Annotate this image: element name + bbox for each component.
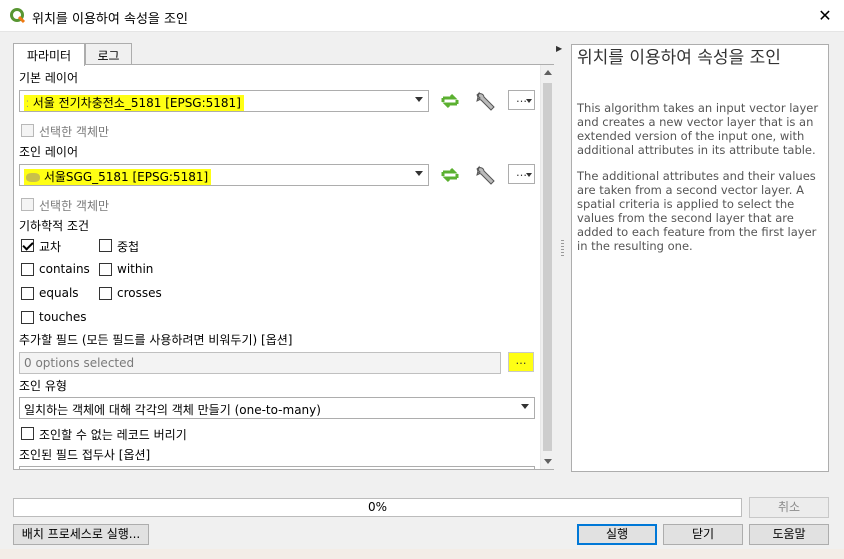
splitter-handle[interactable] bbox=[561, 240, 564, 256]
collapse-arrow-icon[interactable]: ▶ bbox=[556, 44, 562, 53]
fields-placeholder: 0 options selected bbox=[24, 356, 135, 370]
predicate-intersects-label: 교차 bbox=[39, 240, 62, 254]
progress-text: 0% bbox=[367, 500, 388, 514]
join-layer-combo[interactable]: 서울SGG_5181 [EPSG:5181] bbox=[19, 164, 429, 186]
parameters-panel: 기본 레이어 ⁚ 서울 전기차충전소_5181 [EPSG:5181] … 선택… bbox=[13, 64, 554, 470]
wrench-icon[interactable] bbox=[473, 89, 497, 113]
predicate-touches-checkbox[interactable] bbox=[21, 311, 34, 324]
predicate-overlaps-checkbox[interactable] bbox=[99, 239, 112, 252]
predicate-crosses-label: crosses bbox=[117, 286, 162, 300]
join-type-label: 조인 유형 bbox=[19, 379, 67, 393]
chevron-down-icon bbox=[521, 404, 529, 409]
base-layer-options-button[interactable]: … bbox=[508, 90, 535, 110]
join-type-combo[interactable]: 일치하는 객체에 대해 각각의 객체 만들기 (one-to-many) bbox=[19, 397, 535, 419]
join-selected-only-label: 선택한 객체만 bbox=[39, 199, 110, 213]
base-selected-only-label: 선택한 객체만 bbox=[39, 125, 110, 139]
prefix-input[interactable] bbox=[19, 466, 535, 469]
run-button[interactable]: 실행 bbox=[577, 524, 657, 545]
parameters-scroll-area: 기본 레이어 ⁚ 서울 전기차충전소_5181 [EPSG:5181] … 선택… bbox=[14, 65, 539, 469]
predicate-equals-label: equals bbox=[39, 286, 79, 300]
base-layer-value: 서울 전기차충전소_5181 [EPSG:5181] bbox=[32, 96, 241, 110]
join-layer-label: 조인 레이어 bbox=[19, 145, 79, 159]
help-paragraph-2: The additional attributes and their valu… bbox=[577, 169, 817, 253]
predicate-crosses-checkbox[interactable] bbox=[99, 287, 112, 300]
predicate-contains-checkbox[interactable] bbox=[21, 263, 34, 276]
discard-records-checkbox[interactable] bbox=[21, 427, 34, 440]
predicate-within-checkbox[interactable] bbox=[99, 263, 112, 276]
help-title: 위치를 이용하여 속성을 조인 bbox=[577, 48, 781, 68]
chevron-down-icon bbox=[415, 171, 423, 176]
discard-records-label: 조인할 수 없는 레코드 버리기 bbox=[39, 428, 187, 442]
background-strip bbox=[0, 549, 844, 559]
polygon-layer-icon bbox=[26, 173, 40, 182]
select-fields-button[interactable]: … bbox=[508, 352, 534, 372]
wrench-icon[interactable] bbox=[473, 163, 497, 187]
help-button[interactable]: 도움말 bbox=[749, 524, 829, 545]
tab-parameters[interactable]: 파라미터 bbox=[13, 43, 85, 66]
join-layer-options-button[interactable]: … bbox=[508, 164, 535, 184]
qgis-logo-icon bbox=[10, 8, 26, 24]
base-layer-label: 기본 레이어 bbox=[19, 71, 79, 85]
chevron-down-icon bbox=[415, 97, 423, 102]
predicate-intersects-checkbox[interactable] bbox=[21, 239, 34, 252]
scroll-down-icon[interactable] bbox=[544, 459, 552, 464]
refresh-icon[interactable] bbox=[438, 163, 462, 187]
scrollbar-thumb[interactable] bbox=[543, 83, 552, 451]
help-paragraph-1: This algorithm takes an input vector lay… bbox=[577, 101, 819, 157]
tab-log[interactable]: 로그 bbox=[85, 43, 132, 65]
close-window-button[interactable]: ✕ bbox=[814, 6, 836, 26]
fields-to-add-label: 추가할 필드 (모든 필드를 사용하려면 비워두기) [옵션] bbox=[19, 333, 293, 347]
base-layer-combo[interactable]: ⁚ 서울 전기차충전소_5181 [EPSG:5181] bbox=[19, 90, 429, 112]
predicate-equals-checkbox[interactable] bbox=[21, 287, 34, 300]
window-title: 위치를 이용하여 속성을 조인 bbox=[32, 12, 188, 27]
title-bar: 위치를 이용하여 속성을 조인 ✕ bbox=[0, 0, 844, 32]
predicate-overlaps-label: 중첩 bbox=[117, 240, 140, 254]
join-selected-only-checkbox[interactable] bbox=[21, 198, 34, 211]
predicate-within-label: within bbox=[117, 262, 154, 276]
help-panel: 위치를 이용하여 속성을 조인 This algorithm takes an … bbox=[571, 44, 829, 472]
join-layer-value: 서울SGG_5181 [EPSG:5181] bbox=[43, 170, 209, 184]
predicate-contains-label: contains bbox=[39, 262, 90, 276]
progress-bar: 0% bbox=[13, 498, 742, 517]
fields-to-add-input[interactable]: 0 options selected bbox=[19, 352, 501, 374]
geometric-predicate-label: 기하학적 조건 bbox=[19, 219, 90, 233]
refresh-icon[interactable] bbox=[438, 89, 462, 113]
prefix-label: 조인된 필드 접두사 [옵션] bbox=[19, 448, 151, 462]
scroll-up-icon[interactable] bbox=[544, 70, 552, 75]
cancel-button[interactable]: 취소 bbox=[749, 497, 829, 518]
close-button[interactable]: 닫기 bbox=[663, 524, 743, 545]
join-type-value: 일치하는 객체에 대해 각각의 객체 만들기 (one-to-many) bbox=[24, 403, 321, 417]
parameters-scrollbar[interactable] bbox=[540, 65, 554, 469]
base-selected-only-checkbox[interactable] bbox=[21, 124, 34, 137]
point-layer-icon: ⁚ bbox=[26, 100, 29, 110]
run-as-batch-button[interactable]: 배치 프로세스로 실행... bbox=[13, 524, 149, 545]
predicate-touches-label: touches bbox=[39, 310, 87, 324]
